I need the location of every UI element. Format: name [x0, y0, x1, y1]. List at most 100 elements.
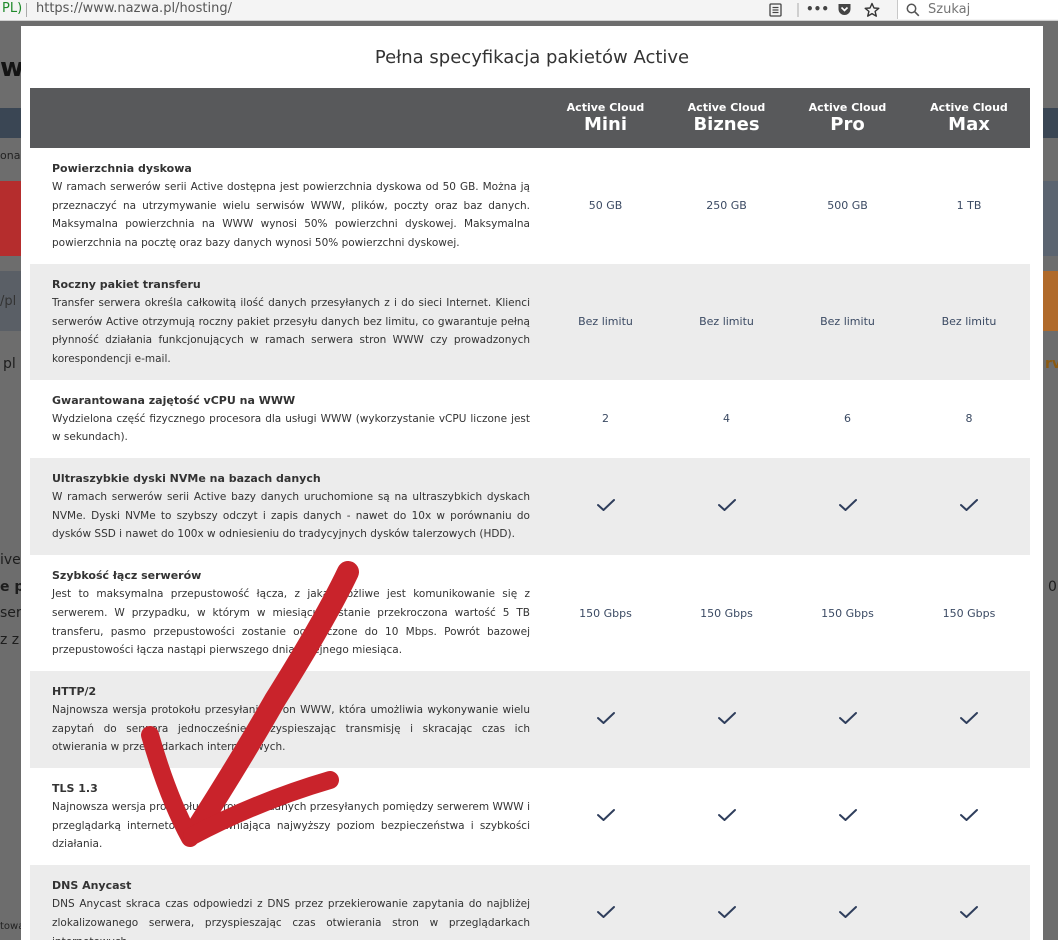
package-name: Max: [948, 114, 990, 135]
feature-title: Roczny pakiet transferu: [52, 277, 201, 291]
bookmark-star-icon[interactable]: [862, 0, 882, 20]
specification-modal: Pełna specyfikacja pakietów Active Activ…: [21, 26, 1043, 940]
checkmark-icon: [596, 809, 615, 822]
feature-description: Najnowsza wersja protokołu przesyłania s…: [52, 703, 530, 754]
spec-value: 250 GB: [706, 199, 747, 213]
checkmark-icon: [838, 809, 857, 822]
feature-title: Powierzchnia dyskowa: [52, 162, 192, 175]
checkmark-icon: [596, 906, 615, 919]
pocket-icon[interactable]: [835, 0, 853, 20]
value-cell-mini: Bez limitu: [545, 263, 666, 380]
package-prefix: Active Cloud: [566, 101, 645, 114]
bg-fragment: pl: [3, 356, 16, 372]
feature-description-cell: Powierzchnia dyskowa W ramach serwerów se…: [30, 148, 545, 264]
bg-fragment: rv: [1045, 356, 1058, 372]
table-row: Ultraszybkie dyski NVMe na bazach danych…: [30, 458, 1030, 556]
package-prefix: Active Cloud: [687, 101, 766, 114]
spec-value: 8: [965, 412, 973, 426]
spec-value: 500 GB: [827, 199, 868, 213]
feature-description: Wydzielona część fizycznego procesora dl…: [52, 412, 530, 444]
value-cell-pro: [787, 768, 908, 866]
header-description-column: [30, 88, 545, 148]
value-cell-pro: 500 GB: [787, 148, 908, 264]
bg-nav-strip-right: [1043, 108, 1058, 138]
header-package-mini: Active Cloud Mini: [545, 88, 666, 148]
feature-title: Ultraszybkie dyski NVMe na bazach danych: [52, 472, 321, 486]
checkmark-icon: [717, 712, 736, 724]
bg-fragment: z z: [0, 632, 20, 648]
feature-description-cell: Szybkość łącz serwerów Jest to maksymalna…: [30, 555, 545, 671]
checkmark-icon: [960, 499, 978, 512]
package-prefix: Active Cloud: [930, 101, 1008, 114]
feature-title: TLS 1.3: [52, 782, 98, 796]
feature-title: Szybkość łącz serwerów: [52, 569, 202, 583]
modal-title: Pełna specyfikacja pakietów Active: [374, 47, 690, 68]
value-cell-mini: [545, 458, 666, 556]
page-actions-menu-icon[interactable]: •••: [806, 0, 829, 20]
value-cell-pro: [787, 865, 908, 940]
value-cell-mini: 50 GB: [545, 148, 666, 264]
table-row: HTTP/2 Najnowsza wersja protokołu przesył…: [30, 670, 1030, 769]
feature-description: DNS Anycast skraca czas odpowiedzi z DNS…: [52, 898, 530, 940]
feature-description: Jest to maksymalna przepustowość łącza, …: [52, 588, 530, 657]
checkmark-icon: [717, 809, 736, 822]
browser-toolbar: PL) https://www.nazwa.pl/hosting/ •••: [0, 0, 1058, 21]
package-name: Biznes: [693, 114, 760, 135]
header-package-pro: Active Cloud Pro: [787, 88, 908, 148]
feature-description-cell: Ultraszybkie dyski NVMe na bazach danych…: [30, 458, 545, 556]
feature-description-cell: Gwarantowana zajętość vCPU na WWW Wydziel…: [30, 379, 545, 459]
checkmark-icon: [838, 712, 857, 724]
search-box[interactable]: [897, 0, 1058, 19]
checkmark-icon: [838, 906, 857, 919]
spec-value: 150 Gbps: [942, 606, 996, 620]
value-cell-mini: 150 Gbps: [545, 555, 666, 671]
feature-description: Najnowsza wersja protokołu szyfrowania d…: [52, 801, 530, 851]
package-name: Pro: [830, 114, 865, 135]
value-cell-max: 150 Gbps: [908, 555, 1030, 671]
checkmark-icon: [960, 712, 978, 724]
value-cell-max: [908, 768, 1030, 866]
feature-description: W ramach serwerów serii Active dostępna …: [52, 181, 530, 250]
feature-description-cell: TLS 1.3 Najnowsza wersja protokołu szyfro…: [30, 768, 545, 866]
value-cell-max: [908, 865, 1030, 940]
value-cell-biznes: [666, 458, 787, 556]
spec-value: 6: [844, 412, 851, 426]
feature-title: DNS Anycast: [52, 879, 132, 893]
feature-description-cell: Roczny pakiet transferu Transfer serwera …: [30, 263, 545, 380]
site-identity-fragment[interactable]: PL): [0, 0, 22, 20]
toolbar-divider: [26, 3, 27, 17]
bg-fragment: ive: [0, 552, 21, 568]
value-cell-pro: 6: [787, 379, 908, 459]
value-cell-biznes: 250 GB: [666, 148, 787, 264]
checkmark-icon: [960, 906, 978, 919]
search-input[interactable]: [928, 0, 1048, 18]
table-row: DNS Anycast DNS Anycast skraca czas odpow…: [30, 865, 1030, 940]
spec-value: 4: [723, 412, 730, 426]
spec-value: 150 Gbps: [700, 606, 753, 620]
header-package-max: Active Cloud Max: [908, 88, 1030, 148]
feature-description-cell: HTTP/2 Najnowsza wersja protokołu przesył…: [30, 670, 545, 769]
value-cell-pro: 150 Gbps: [787, 555, 908, 671]
spec-value: 1 TB: [956, 199, 982, 213]
search-icon: [906, 0, 920, 23]
table-row: TLS 1.3 Najnowsza wersja protokołu szyfro…: [30, 768, 1030, 866]
spec-value: Bez limitu: [941, 315, 997, 329]
reader-view-icon[interactable]: [766, 0, 784, 20]
feature-description: W ramach serwerów serii Active bazy dany…: [52, 491, 530, 541]
bg-fragment: /pl: [0, 294, 17, 309]
value-cell-pro: [787, 670, 908, 769]
value-cell-mini: [545, 670, 666, 769]
spec-value: 2: [602, 412, 609, 426]
bg-band-right: [1043, 271, 1058, 331]
table-header-row: Active Cloud Mini Active Cloud Biznes Acti…: [30, 88, 1030, 148]
value-cell-mini: [545, 768, 666, 866]
bg-banner-right: [1043, 181, 1058, 256]
table-row: Gwarantowana zajętość vCPU na WWW Wydziel…: [30, 379, 1030, 459]
toolbar-divider: [797, 3, 799, 17]
value-cell-biznes: [666, 865, 787, 940]
value-cell-biznes: 4: [666, 379, 787, 459]
spec-value: Bez limitu: [820, 315, 875, 329]
value-cell-pro: Bez limitu: [787, 263, 908, 380]
address-bar[interactable]: https://www.nazwa.pl/hosting/: [36, 0, 232, 20]
table-row: Powierzchnia dyskowa W ramach serwerów se…: [30, 148, 1030, 264]
